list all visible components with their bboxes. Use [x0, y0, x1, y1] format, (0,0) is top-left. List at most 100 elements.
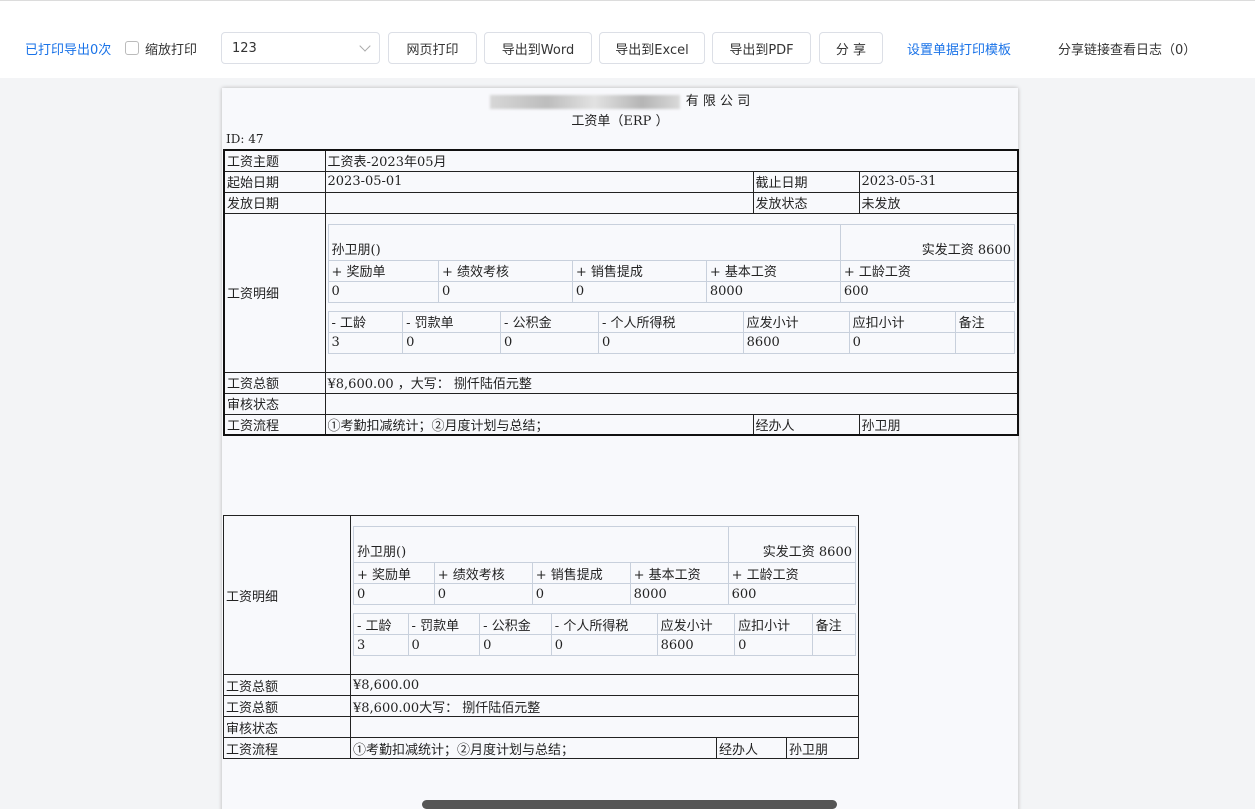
- plus-value: 8000: [629, 583, 729, 605]
- plus-header: + 工龄工资: [727, 562, 857, 584]
- value-flow-2: ①考勤扣减统计；②月度计划与总结；: [350, 737, 717, 759]
- label-total-2: 工资总额: [223, 674, 351, 696]
- minus-value: 3: [353, 634, 409, 656]
- label-pay-date: 发放日期: [223, 191, 326, 214]
- minus-table: - 工龄 - 罚款单 - 公积金 - 个人所得税 应发小计 应扣小计 备注 3 …: [327, 310, 1016, 354]
- minus-value: 0: [500, 331, 599, 354]
- minus-header: - 工龄: [353, 613, 409, 635]
- value-total: ¥8,600.00 ，大写： 捌仟陆佰元整: [324, 371, 1019, 394]
- minus-value: [811, 634, 857, 656]
- plus-value: 0: [531, 583, 631, 605]
- detail-cell: 孙卫朋() 实发工资 8600 + 奖励单 + 绩效考核 + 销售提成 + 基本…: [324, 212, 1019, 373]
- minus-header: - 个人所得税: [550, 613, 658, 635]
- export-pdf-button[interactable]: 导出到PDF: [712, 32, 811, 64]
- minus-value: 0: [734, 634, 813, 656]
- plus-table-2: 孙卫朋() 实发工资 8600 + 奖励单 + 绩效考核 + 销售提成 + 基本…: [353, 526, 857, 605]
- minus-value: 0: [402, 331, 502, 354]
- value-subject: 工资表-2023年05月: [324, 149, 1019, 172]
- value-pay-date: [324, 191, 754, 214]
- minus-header: - 罚款单: [402, 310, 502, 333]
- label-subject: 工资主题: [223, 149, 326, 172]
- plus-value: 0: [437, 280, 573, 303]
- salary-table-secondary: 工资明细 孙卫朋() 实发工资 8600 + 奖励单 + 绩效考核 + 销售提成…: [223, 515, 859, 759]
- plus-header: + 销售提成: [531, 562, 631, 584]
- minus-header: - 工龄: [327, 310, 404, 333]
- person-name-2: 孙卫朋(): [353, 526, 729, 563]
- template-settings-link[interactable]: 设置单据打印模板: [907, 32, 1011, 64]
- share-log-link[interactable]: 分享链接查看日志（0）: [1058, 32, 1196, 64]
- toolbar: 已打印导出0次 缩放打印 123 网页打印 导出到Word 导出到Excel 导…: [0, 0, 1255, 78]
- label-pay-status: 发放状态: [752, 191, 860, 214]
- label-end: 截止日期: [752, 170, 860, 193]
- export-excel-button[interactable]: 导出到Excel: [599, 32, 705, 64]
- plus-value: 600: [727, 583, 857, 605]
- value-pay-status: 未发放: [858, 191, 1019, 214]
- minus-header: 应发小计: [742, 310, 850, 333]
- horizontal-scrollbar[interactable]: [422, 800, 837, 809]
- salary-table: 工资主题 工资表-2023年05月 起始日期 2023-05-01 截止日期 2…: [223, 149, 1019, 436]
- minus-value: 0: [848, 331, 956, 354]
- minus-value: 0: [550, 634, 658, 656]
- web-print-button[interactable]: 网页打印: [388, 32, 477, 64]
- plus-header: + 奖励单: [327, 259, 439, 282]
- plus-value: 8000: [705, 280, 841, 303]
- export-word-button[interactable]: 导出到Word: [484, 32, 592, 64]
- minus-header: 应扣小计: [848, 310, 956, 333]
- plus-header: + 绩效考核: [437, 259, 573, 282]
- plus-header: + 奖励单: [353, 562, 435, 584]
- doc-id: ID: 47: [226, 132, 264, 146]
- plus-value: 0: [327, 280, 439, 303]
- minus-value: 0: [598, 331, 744, 354]
- plus-value: 0: [571, 280, 707, 303]
- minus-header: - 公积金: [479, 613, 552, 635]
- print-sheet: 有 限 公 司 工资单（ERP ） ID: 47 工资主题 工资表-2023年0…: [222, 88, 1019, 809]
- label-total-3: 工资总额: [223, 695, 351, 717]
- plus-header: + 工龄工资: [839, 259, 1016, 282]
- minus-value: 0: [479, 634, 552, 656]
- plus-header: + 基本工资: [705, 259, 841, 282]
- label-audit-2: 审核状态: [223, 716, 351, 738]
- share-button[interactable]: 分 享: [819, 32, 883, 64]
- minus-value: 3: [327, 331, 404, 354]
- minus-header: - 罚款单: [407, 613, 481, 635]
- plus-header: + 基本工资: [629, 562, 729, 584]
- label-handler-2: 经办人: [716, 737, 787, 759]
- checkbox-icon[interactable]: [125, 41, 139, 55]
- plus-value: 0: [433, 583, 533, 605]
- label-flow: 工资流程: [223, 413, 326, 436]
- minus-header: 应发小计: [656, 613, 736, 635]
- plus-value: 600: [839, 280, 1016, 303]
- plus-table: 孙卫朋() 实发工资 8600 + 奖励单 + 绩效考核 + 销售提成 + 基本…: [327, 223, 1016, 303]
- label-flow-2: 工资流程: [223, 737, 351, 759]
- minus-value: [954, 331, 1016, 354]
- company-suffix: 有 限 公 司: [685, 94, 751, 109]
- value-handler: 孙卫朋: [858, 413, 1019, 436]
- label-total: 工资总额: [223, 371, 326, 394]
- actual-pay: 实发工资 8600: [839, 223, 1016, 261]
- value-total-plain: ¥8,600.00: [350, 674, 859, 696]
- label-start: 起始日期: [223, 170, 326, 193]
- redacted-block: [489, 94, 680, 109]
- template-select-value: 123: [232, 40, 257, 56]
- value-audit: [324, 392, 1019, 415]
- doc-title: 工资单（ERP ）: [571, 114, 669, 129]
- minus-header: - 个人所得税: [598, 310, 744, 333]
- value-audit-2: [350, 716, 859, 738]
- minus-header: - 公积金: [500, 310, 599, 333]
- label-detail-2: 工资明细: [223, 515, 351, 675]
- scale-print-checkbox[interactable]: 缩放打印: [125, 32, 197, 64]
- minus-value: 8600: [742, 331, 850, 354]
- label-handler: 经办人: [752, 413, 860, 436]
- minus-table-2: - 工龄 - 罚款单 - 公积金 - 个人所得税 应发小计 应扣小计 备注 3 …: [353, 613, 857, 656]
- actual-pay-2: 实发工资 8600: [727, 526, 857, 563]
- label-audit: 审核状态: [223, 392, 326, 415]
- plus-header: + 绩效考核: [433, 562, 533, 584]
- minus-value: 0: [407, 634, 481, 656]
- template-select[interactable]: 123: [221, 32, 380, 64]
- detail-cell-2: 孙卫朋() 实发工资 8600 + 奖励单 + 绩效考核 + 销售提成 + 基本…: [350, 515, 859, 675]
- company-name: 有 限 公 司: [222, 90, 1018, 109]
- label-detail: 工资明细: [223, 212, 326, 373]
- minus-header: 备注: [811, 613, 857, 635]
- print-count-link[interactable]: 已打印导出0次: [25, 32, 111, 64]
- value-flow: ①考勤扣减统计；②月度计划与总结；: [324, 413, 754, 436]
